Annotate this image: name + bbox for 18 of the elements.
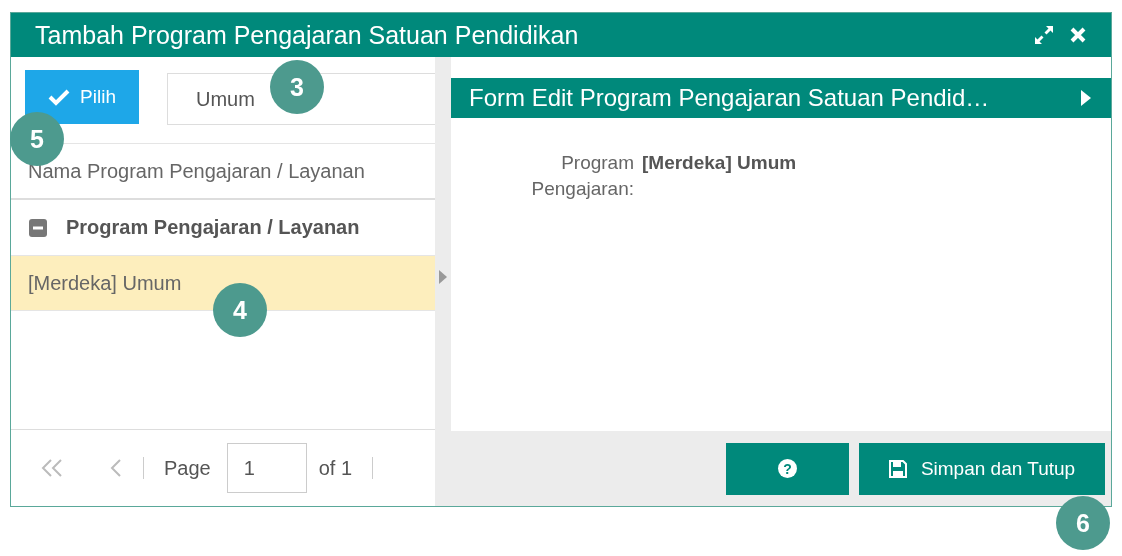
form-title: Form Edit Program Pengajaran Satuan Pendid…	[469, 84, 991, 112]
page-count: of 1	[318, 456, 353, 480]
check-icon	[48, 88, 71, 106]
expand-icon[interactable]	[1033, 24, 1055, 46]
collapse-icon[interactable]	[28, 217, 48, 238]
pick-button[interactable]: Pilih	[25, 70, 139, 124]
expand-arrow-icon[interactable]	[439, 269, 447, 284]
close-icon[interactable]	[1069, 26, 1087, 44]
help-button[interactable]: ?	[726, 442, 849, 495]
page-label: Page	[164, 456, 211, 480]
field-value: [Merdeka] Umum	[642, 151, 797, 175]
save-button[interactable]: Simpan dan Tutup	[859, 442, 1105, 495]
page-field[interactable]: 1	[226, 443, 307, 493]
step-badge: 6	[1056, 496, 1110, 550]
collapse-arrow-icon[interactable]	[1081, 90, 1091, 106]
window-title: Tambah Program Pengajaran Satuan Pendidikan	[35, 20, 580, 50]
field-label: Program Pengajaran:	[530, 151, 634, 201]
tree-header: Program Pengajaran / Layanan	[66, 216, 360, 239]
